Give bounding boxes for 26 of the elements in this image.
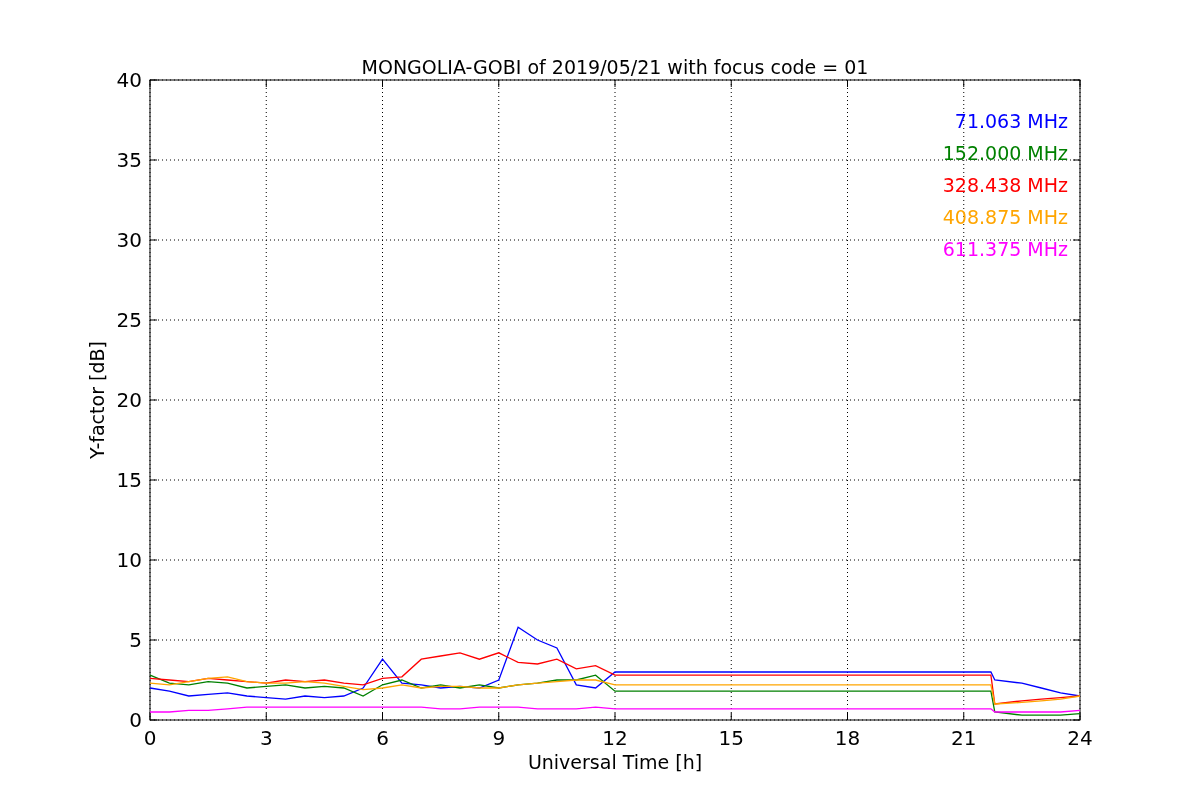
x-tick-label: 15 [718,726,744,750]
y-tick-label: 5 [129,628,142,652]
y-tick-label: 10 [116,548,142,572]
y-tick-label: 25 [116,308,142,332]
legend-label: 328.438 MHz [942,174,1068,196]
legend-label: 408.875 MHz [942,206,1068,228]
y-tick-label: 30 [116,228,142,252]
y-tick-label: 0 [129,708,142,732]
y-axis-label: Y-factor [dB] [86,341,108,459]
x-tick-label: 18 [834,726,861,750]
chart-title: MONGOLIA-GOBI of 2019/05/21 with focus code = 01 [361,56,869,78]
x-axis-label: Universal Time [h] [527,751,703,773]
y-tick-label: 40 [116,68,142,92]
y-tick-label: 35 [116,148,142,172]
x-tick-label: 12 [602,726,628,750]
x-tick-label: 21 [951,726,977,750]
x-tick-label: 9 [492,726,506,750]
x-tick-label: 0 [143,726,157,750]
x-tick-label: 6 [376,726,389,750]
y-tick-label: 20 [116,388,142,412]
y-tick-label: 15 [116,468,142,492]
legend-label: 71.063 MHz [954,110,1068,132]
legend-label: 152.000 MHz [942,142,1068,164]
x-tick-label: 24 [1067,726,1093,750]
legend-label: 611.375 MHz [942,238,1068,260]
x-tick-label: 3 [259,726,273,750]
